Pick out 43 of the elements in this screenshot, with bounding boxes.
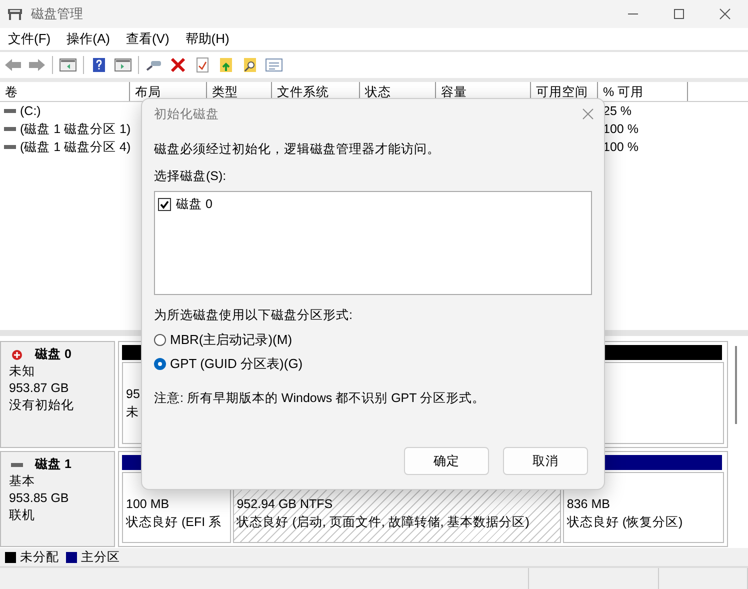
disk-label-panel[interactable]: 磁盘 0 未知 953.87 GB 没有初始化: [0, 341, 115, 448]
dialog-button[interactable]: 取消: [503, 447, 588, 475]
table-cell: (C:): [20, 104, 41, 118]
dialog-title: 初始化磁盘: [154, 106, 220, 122]
partition-size: 836 MB: [566, 496, 610, 513]
list-item[interactable]: 磁盘 0: [176, 196, 212, 213]
menu-item[interactable]: 帮助(H): [177, 30, 238, 48]
window-title: 磁盘管理: [31, 5, 83, 23]
radio-label[interactable]: GPT (GUID 分区表)(G): [170, 355, 303, 373]
menu-item[interactable]: 文件(F): [0, 30, 59, 48]
disk-name: 磁盘 0: [35, 346, 72, 363]
disk-status: 联机: [9, 507, 36, 524]
disk-size: 953.87 GB: [9, 380, 70, 397]
dialog-button[interactable]: 确定: [404, 447, 489, 475]
partition-size: 952.94 GB NTFS: [236, 496, 333, 513]
column-header[interactable]: 卷: [0, 82, 130, 101]
menu-item[interactable]: 操作(A): [58, 30, 118, 48]
menu-item[interactable]: 查看(V): [118, 30, 178, 48]
partition-size: 95: [126, 386, 140, 403]
partition-status: 未: [126, 404, 139, 421]
table-cell: 100 %: [603, 122, 638, 136]
legend-label: 主分区: [81, 548, 120, 566]
disk-status: 没有初始化: [9, 397, 75, 414]
legend-label: 未分配: [20, 548, 59, 566]
dialog-message: 磁盘必须经过初始化，逻辑磁盘管理器才能访问。: [154, 141, 441, 158]
disk-label-panel[interactable]: 磁盘 1 基本 953.85 GB 联机: [0, 451, 115, 547]
disk-type: 基本: [9, 473, 36, 490]
field-label: 选择磁盘(S):: [154, 168, 228, 185]
disk-type: 未知: [9, 363, 36, 380]
disk-size: 953.85 GB: [9, 490, 70, 507]
note-text: 注意: 所有早期版本的 Windows 都不识别 GPT 分区形式。: [154, 390, 486, 407]
partition-status: 状态良好 (恢复分区): [566, 514, 683, 531]
table-cell: 100 %: [603, 140, 638, 154]
partition-status: 状态良好 (EFI 系: [126, 514, 222, 531]
partition-status: 状态良好 (启动, 页面文件, 故障转储, 基本数据分区): [236, 514, 530, 531]
radio-label[interactable]: MBR(主启动记录)(M): [170, 331, 292, 349]
table-cell: (磁盘 1 磁盘分区 1): [20, 120, 131, 138]
field-label: 为所选磁盘使用以下磁盘分区形式:: [154, 307, 354, 324]
table-cell: (磁盘 1 磁盘分区 4): [20, 138, 131, 156]
disk-list[interactable]: 磁盘 0: [154, 191, 592, 295]
partition-block[interactable]: 836 MB 状态良好 (恢复分区): [562, 472, 724, 543]
disk-name: 磁盘 1: [35, 456, 72, 473]
partition-size: 100 MB: [126, 496, 170, 513]
